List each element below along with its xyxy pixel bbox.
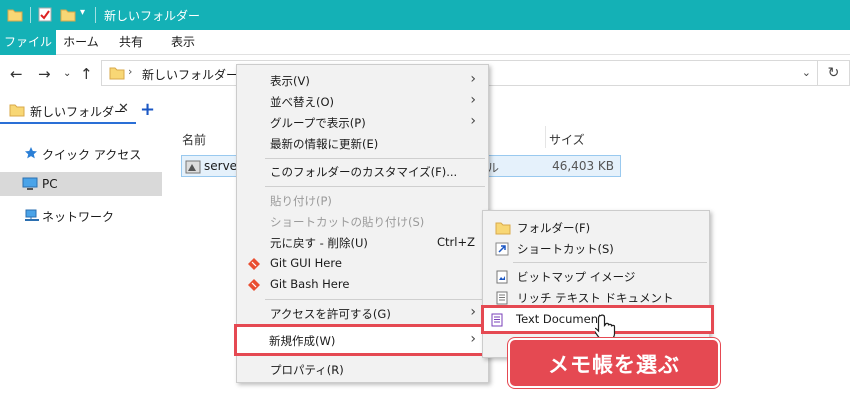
- menu-item-git-bash[interactable]: Git Bash Here: [237, 274, 488, 295]
- chevron-right-icon: ›: [470, 304, 476, 320]
- window-title: 新しいフォルダー: [104, 9, 201, 23]
- close-icon[interactable]: ✕: [118, 101, 129, 116]
- text-document-icon: [491, 313, 503, 327]
- folder-icon: [109, 67, 125, 80]
- menu-item-label: Git GUI Here: [270, 256, 342, 270]
- submenu-item-folder[interactable]: フォルダー(F): [483, 217, 709, 238]
- folder-icon: [9, 104, 25, 117]
- file-size: 46,403 KB: [552, 159, 614, 173]
- menu-item-paste: 貼り付け(P): [237, 190, 488, 211]
- shortcut-icon: [495, 242, 509, 256]
- submenu-item-bitmap[interactable]: ビットマップ イメージ: [483, 266, 709, 287]
- customize-qat-icon[interactable]: ▾: [80, 7, 85, 18]
- folder-icon: [495, 222, 511, 235]
- sidebar-item-label: ネットワーク: [42, 210, 115, 224]
- folder-tab[interactable]: 新しいフォルダー ✕: [0, 96, 136, 124]
- submenu-divider: [513, 262, 707, 263]
- chevron-right-icon: ›: [470, 71, 476, 87]
- address-path: 新しいフォルダー: [142, 68, 239, 82]
- folder-tab-label: 新しいフォルダー: [30, 105, 127, 119]
- new-folder-icon[interactable]: [60, 7, 76, 22]
- star-icon: [25, 147, 37, 159]
- menu-item-new[interactable]: 新規作成(W) ›: [234, 324, 487, 356]
- menu-item-label: Git Bash Here: [270, 277, 350, 291]
- callout-text: メモ帳を選ぶ: [548, 353, 680, 377]
- sidebar-item-pc[interactable]: PC: [0, 172, 162, 196]
- sidebar-item-quick-access[interactable]: クイック アクセス: [0, 142, 162, 164]
- refresh-icon[interactable]: ↻: [818, 60, 850, 86]
- menu-divider: [265, 158, 485, 159]
- submenu-item-label: リッチ テキスト ドキュメント: [517, 291, 674, 305]
- ribbon-tabs: ファイル ホーム 共有 表示: [0, 30, 850, 55]
- tab-view[interactable]: 表示: [162, 30, 204, 55]
- menu-item-properties[interactable]: プロパティ(R): [237, 359, 488, 380]
- menu-item-shortcut: Ctrl+Z: [437, 235, 475, 249]
- menu-item-customize-folder[interactable]: このフォルダーのカスタマイズ(F)...: [237, 161, 488, 182]
- submenu-item-label: Text Document: [516, 312, 603, 326]
- menu-item-paste-shortcut: ショートカットの貼り付け(S): [237, 211, 488, 232]
- sidebar-item-network[interactable]: ネットワーク: [0, 204, 162, 226]
- menu-item-undo-delete[interactable]: 元に戻す - 削除(U) Ctrl+Z: [237, 232, 488, 253]
- pc-icon: [22, 177, 38, 190]
- sidebar-item-label: クイック アクセス: [42, 148, 142, 162]
- chevron-right-icon: ›: [470, 331, 476, 347]
- title-bar: ▾ 新しいフォルダー: [0, 0, 850, 30]
- menu-item-label: このフォルダーのカスタマイズ(F)...: [270, 165, 458, 179]
- menu-item-git-gui[interactable]: Git GUI Here: [237, 253, 488, 274]
- menu-item-group-by[interactable]: グループで表示(P) ›: [237, 112, 488, 133]
- tab-home[interactable]: ホーム: [60, 30, 102, 55]
- menu-item-label: アクセスを許可する(G): [270, 307, 391, 321]
- new-tab-icon[interactable]: +: [140, 99, 155, 120]
- tab-file[interactable]: ファイル: [0, 30, 56, 55]
- menu-item-sort[interactable]: 並べ替え(O) ›: [237, 91, 488, 112]
- bitmap-icon: [496, 270, 508, 284]
- menu-item-label: 並べ替え(O): [270, 95, 335, 109]
- installer-icon: [185, 160, 201, 174]
- column-divider[interactable]: [545, 126, 546, 148]
- menu-item-label: 新規作成(W): [269, 334, 336, 348]
- menu-item-label: 元に戻す - 削除(U): [270, 236, 368, 250]
- menu-item-label: 貼り付け(P): [270, 194, 332, 208]
- recent-locations-icon[interactable]: ⌄: [63, 68, 71, 79]
- menu-item-label: 最新の情報に更新(E): [270, 137, 379, 151]
- divider: [95, 7, 96, 23]
- column-header-size[interactable]: サイズ: [549, 131, 585, 148]
- properties-icon[interactable]: [38, 7, 52, 22]
- back-icon[interactable]: ←: [10, 65, 23, 83]
- network-icon: [25, 209, 39, 221]
- tab-share[interactable]: 共有: [110, 30, 152, 55]
- navigation-pane: クイック アクセス PC ネットワーク: [0, 126, 165, 405]
- forward-icon[interactable]: →: [38, 65, 51, 83]
- git-icon: [248, 279, 260, 291]
- annotation-callout: メモ帳を選ぶ: [508, 338, 720, 388]
- column-header-name[interactable]: 名前: [182, 131, 206, 148]
- menu-divider: [265, 186, 485, 187]
- menu-divider: [265, 299, 485, 300]
- chevron-right-icon: ›: [470, 113, 476, 129]
- menu-item-label: グループで表示(P): [270, 116, 366, 130]
- divider: [30, 7, 31, 23]
- menu-item-label: ショートカットの貼り付け(S): [270, 215, 425, 229]
- menu-item-label: プロパティ(R): [270, 363, 344, 377]
- menu-item-give-access[interactable]: アクセスを許可する(G) ›: [237, 303, 488, 324]
- chevron-right-icon: ›: [470, 92, 476, 108]
- chevron-down-icon[interactable]: ⌄: [802, 66, 811, 79]
- rtf-icon: [496, 291, 508, 305]
- submenu-item-label: フォルダー(F): [517, 221, 591, 235]
- folder-icon: [7, 9, 23, 22]
- sidebar-item-label: PC: [42, 177, 58, 191]
- menu-item-label: 表示(V): [270, 74, 310, 88]
- chevron-right-icon[interactable]: ›: [128, 65, 132, 78]
- up-icon[interactable]: ↑: [80, 65, 93, 83]
- submenu-item-shortcut[interactable]: ショートカット(S): [483, 238, 709, 259]
- menu-item-refresh[interactable]: 最新の情報に更新(E): [237, 133, 488, 154]
- submenu-item-label: ショートカット(S): [517, 242, 614, 256]
- menu-item-view[interactable]: 表示(V) ›: [237, 70, 488, 91]
- submenu-item-label: ビットマップ イメージ: [517, 270, 636, 284]
- git-icon: [248, 258, 260, 270]
